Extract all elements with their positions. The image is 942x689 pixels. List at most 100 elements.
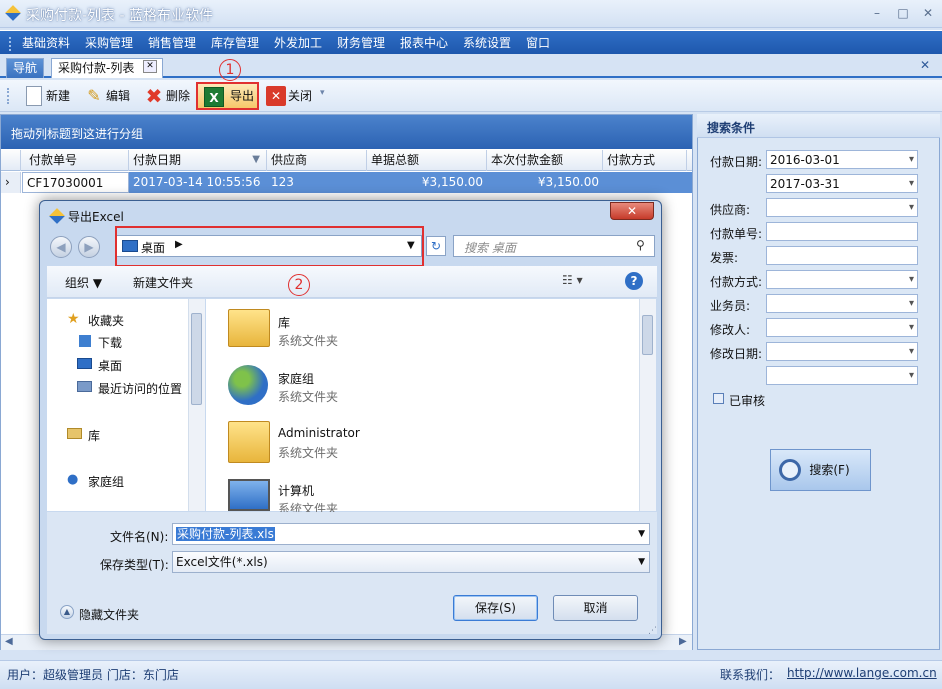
resize-grip-icon[interactable]: ⋰: [648, 626, 657, 636]
cell-method[interactable]: [603, 172, 692, 193]
delete-x-icon: ✖: [145, 84, 163, 108]
minimize-button[interactable]: –: [866, 4, 888, 22]
cancel-button[interactable]: 取消: [553, 595, 638, 621]
maximize-button[interactable]: □: [892, 4, 914, 22]
new-button[interactable]: 新建: [22, 84, 70, 108]
edit-button[interactable]: ✎ 编辑: [82, 84, 130, 108]
invoice-label: 发票:: [710, 251, 739, 265]
pay-date-to-field[interactable]: 2017-03-31: [766, 174, 918, 193]
menu-purchase[interactable]: 采购管理: [85, 34, 133, 51]
search-panel-title: 搜索条件: [697, 114, 940, 138]
hide-folders-link[interactable]: 隐藏文件夹: [79, 606, 139, 623]
export-button[interactable]: X 导出: [196, 82, 259, 110]
website-link[interactable]: http://www.lange.com.cn: [787, 666, 937, 680]
forward-arrow-icon[interactable]: ▶: [78, 236, 100, 258]
column-header-pay-date[interactable]: 付款日期 ▼: [129, 150, 267, 171]
sort-desc-icon: ▼: [252, 154, 260, 165]
pay-date-label: 付款日期:: [710, 155, 763, 169]
desktop-nav-icon: [77, 358, 92, 369]
modify-date-label: 修改日期:: [710, 347, 763, 361]
tab-label: 采购付款-列表: [58, 61, 135, 75]
column-header-method[interactable]: 付款方式: [603, 150, 687, 171]
filename-input[interactable]: 采购付款-列表.xls ▼: [172, 523, 650, 545]
nav-downloads[interactable]: 下载: [98, 334, 122, 351]
menu-basic-data[interactable]: 基础资料: [22, 34, 70, 51]
filetype-label: 保存类型(T):: [100, 558, 169, 572]
supplier-field[interactable]: [766, 198, 918, 217]
save-button[interactable]: 保存(S): [453, 595, 538, 621]
tab-close-icon[interactable]: ✕: [143, 60, 157, 73]
close-button[interactable]: ✕ 关闭: [264, 84, 312, 108]
cell-pay-date[interactable]: 2017-03-14 10:55:56: [129, 172, 267, 193]
refresh-icon[interactable]: ↻: [426, 236, 446, 256]
pay-no-field[interactable]: [766, 222, 918, 241]
menu-window[interactable]: 窗口: [526, 34, 550, 51]
dialog-search-input[interactable]: 搜索 桌面: [453, 235, 655, 257]
toolbar-grip: [7, 88, 9, 104]
tab-navigation[interactable]: 导航: [6, 58, 45, 78]
menu-finance[interactable]: 财务管理: [337, 34, 385, 51]
organize-button[interactable]: 组织 ▼: [65, 274, 102, 291]
cell-supplier[interactable]: 123: [267, 172, 367, 193]
hide-folders-toggle-icon[interactable]: ▲: [60, 605, 74, 619]
favorites-star-icon: ★: [67, 311, 80, 327]
modify-date-to-field[interactable]: [766, 366, 918, 385]
column-header-paid[interactable]: 本次付款金额: [487, 150, 603, 171]
filetype-select[interactable]: Excel文件(*.xls) ▼: [172, 551, 650, 573]
column-header-supplier[interactable]: 供应商: [267, 150, 367, 171]
file-item-name[interactable]: 家庭组: [278, 370, 314, 387]
scroll-right-icon[interactable]: ▶: [679, 636, 687, 647]
help-icon[interactable]: ?: [625, 272, 643, 290]
cell-pay-no[interactable]: CF17030001: [22, 172, 129, 193]
panel-close-icon[interactable]: ✕: [920, 58, 930, 72]
cell-total[interactable]: ¥3,150.00: [367, 172, 487, 193]
modify-date-from-field[interactable]: [766, 342, 918, 361]
pay-method-field[interactable]: [766, 270, 918, 289]
file-item-name[interactable]: 计算机: [278, 482, 314, 499]
view-options-icon[interactable]: ☷ ▾: [562, 273, 583, 287]
back-arrow-icon[interactable]: ◀: [50, 236, 72, 258]
file-pane-scrollbar[interactable]: [639, 299, 656, 511]
menu-settings[interactable]: 系统设置: [463, 34, 511, 51]
menu-reports[interactable]: 报表中心: [400, 34, 448, 51]
dialog-close-button[interactable]: ✕: [610, 202, 654, 220]
new-folder-button[interactable]: 新建文件夹: [133, 274, 193, 291]
dialog-title: 导出Excel: [68, 210, 124, 224]
staff-field[interactable]: [766, 294, 918, 313]
status-user-store: 用户：超级管理员 门店：东门店: [7, 668, 179, 682]
file-list-pane: 库 系统文件夹 家庭组 系统文件夹 Administrator 系统文件夹 计算…: [206, 299, 656, 516]
file-item-name[interactable]: Administrator: [278, 426, 360, 440]
menu-sales[interactable]: 销售管理: [148, 34, 196, 51]
nav-desktop[interactable]: 桌面: [98, 357, 122, 374]
menu-inventory[interactable]: 库存管理: [211, 34, 259, 51]
nav-recent-places[interactable]: 最近访问的位置: [98, 380, 182, 397]
file-item-name[interactable]: 库: [278, 314, 290, 331]
nav-favorites[interactable]: 收藏夹: [88, 312, 124, 329]
modifier-field[interactable]: [766, 318, 918, 337]
user-folder-icon: [228, 421, 270, 463]
table-row[interactable]: › CF17030001 2017-03-14 10:55:56 123 ¥3,…: [1, 172, 692, 193]
nav-scroll-thumb[interactable]: [191, 313, 202, 405]
group-by-bar[interactable]: 拖动列标题到这进行分组: [1, 115, 692, 149]
nav-homegroup[interactable]: 家庭组: [88, 473, 124, 490]
search-button[interactable]: 搜索(F): [770, 449, 871, 491]
invoice-field[interactable]: [766, 246, 918, 265]
column-header-total[interactable]: 单据总额: [367, 150, 487, 171]
row-selector-icon: ›: [1, 172, 21, 193]
toolbar-overflow-icon[interactable]: ▾: [320, 88, 325, 98]
audited-label: 已审核: [729, 394, 766, 408]
nav-libraries[interactable]: 库: [88, 427, 100, 444]
delete-button[interactable]: ✖ 删除: [142, 84, 190, 108]
menu-outsourcing[interactable]: 外发加工: [274, 34, 322, 51]
pay-date-from-field[interactable]: 2016-03-01: [766, 150, 918, 169]
scroll-left-icon[interactable]: ◀: [5, 636, 13, 647]
close-window-button[interactable]: ✕: [917, 4, 939, 22]
filename-dropdown-icon[interactable]: ▼: [638, 527, 645, 541]
dialog-search-icon[interactable]: ⚲: [636, 238, 645, 252]
audited-checkbox[interactable]: [713, 393, 724, 404]
file-scroll-thumb[interactable]: [642, 315, 653, 355]
nav-pane-scrollbar[interactable]: [188, 299, 205, 511]
column-header-pay-no[interactable]: 付款单号: [22, 150, 129, 171]
cell-paid[interactable]: ¥3,150.00: [487, 172, 603, 193]
filetype-dropdown-icon[interactable]: ▼: [638, 555, 645, 569]
